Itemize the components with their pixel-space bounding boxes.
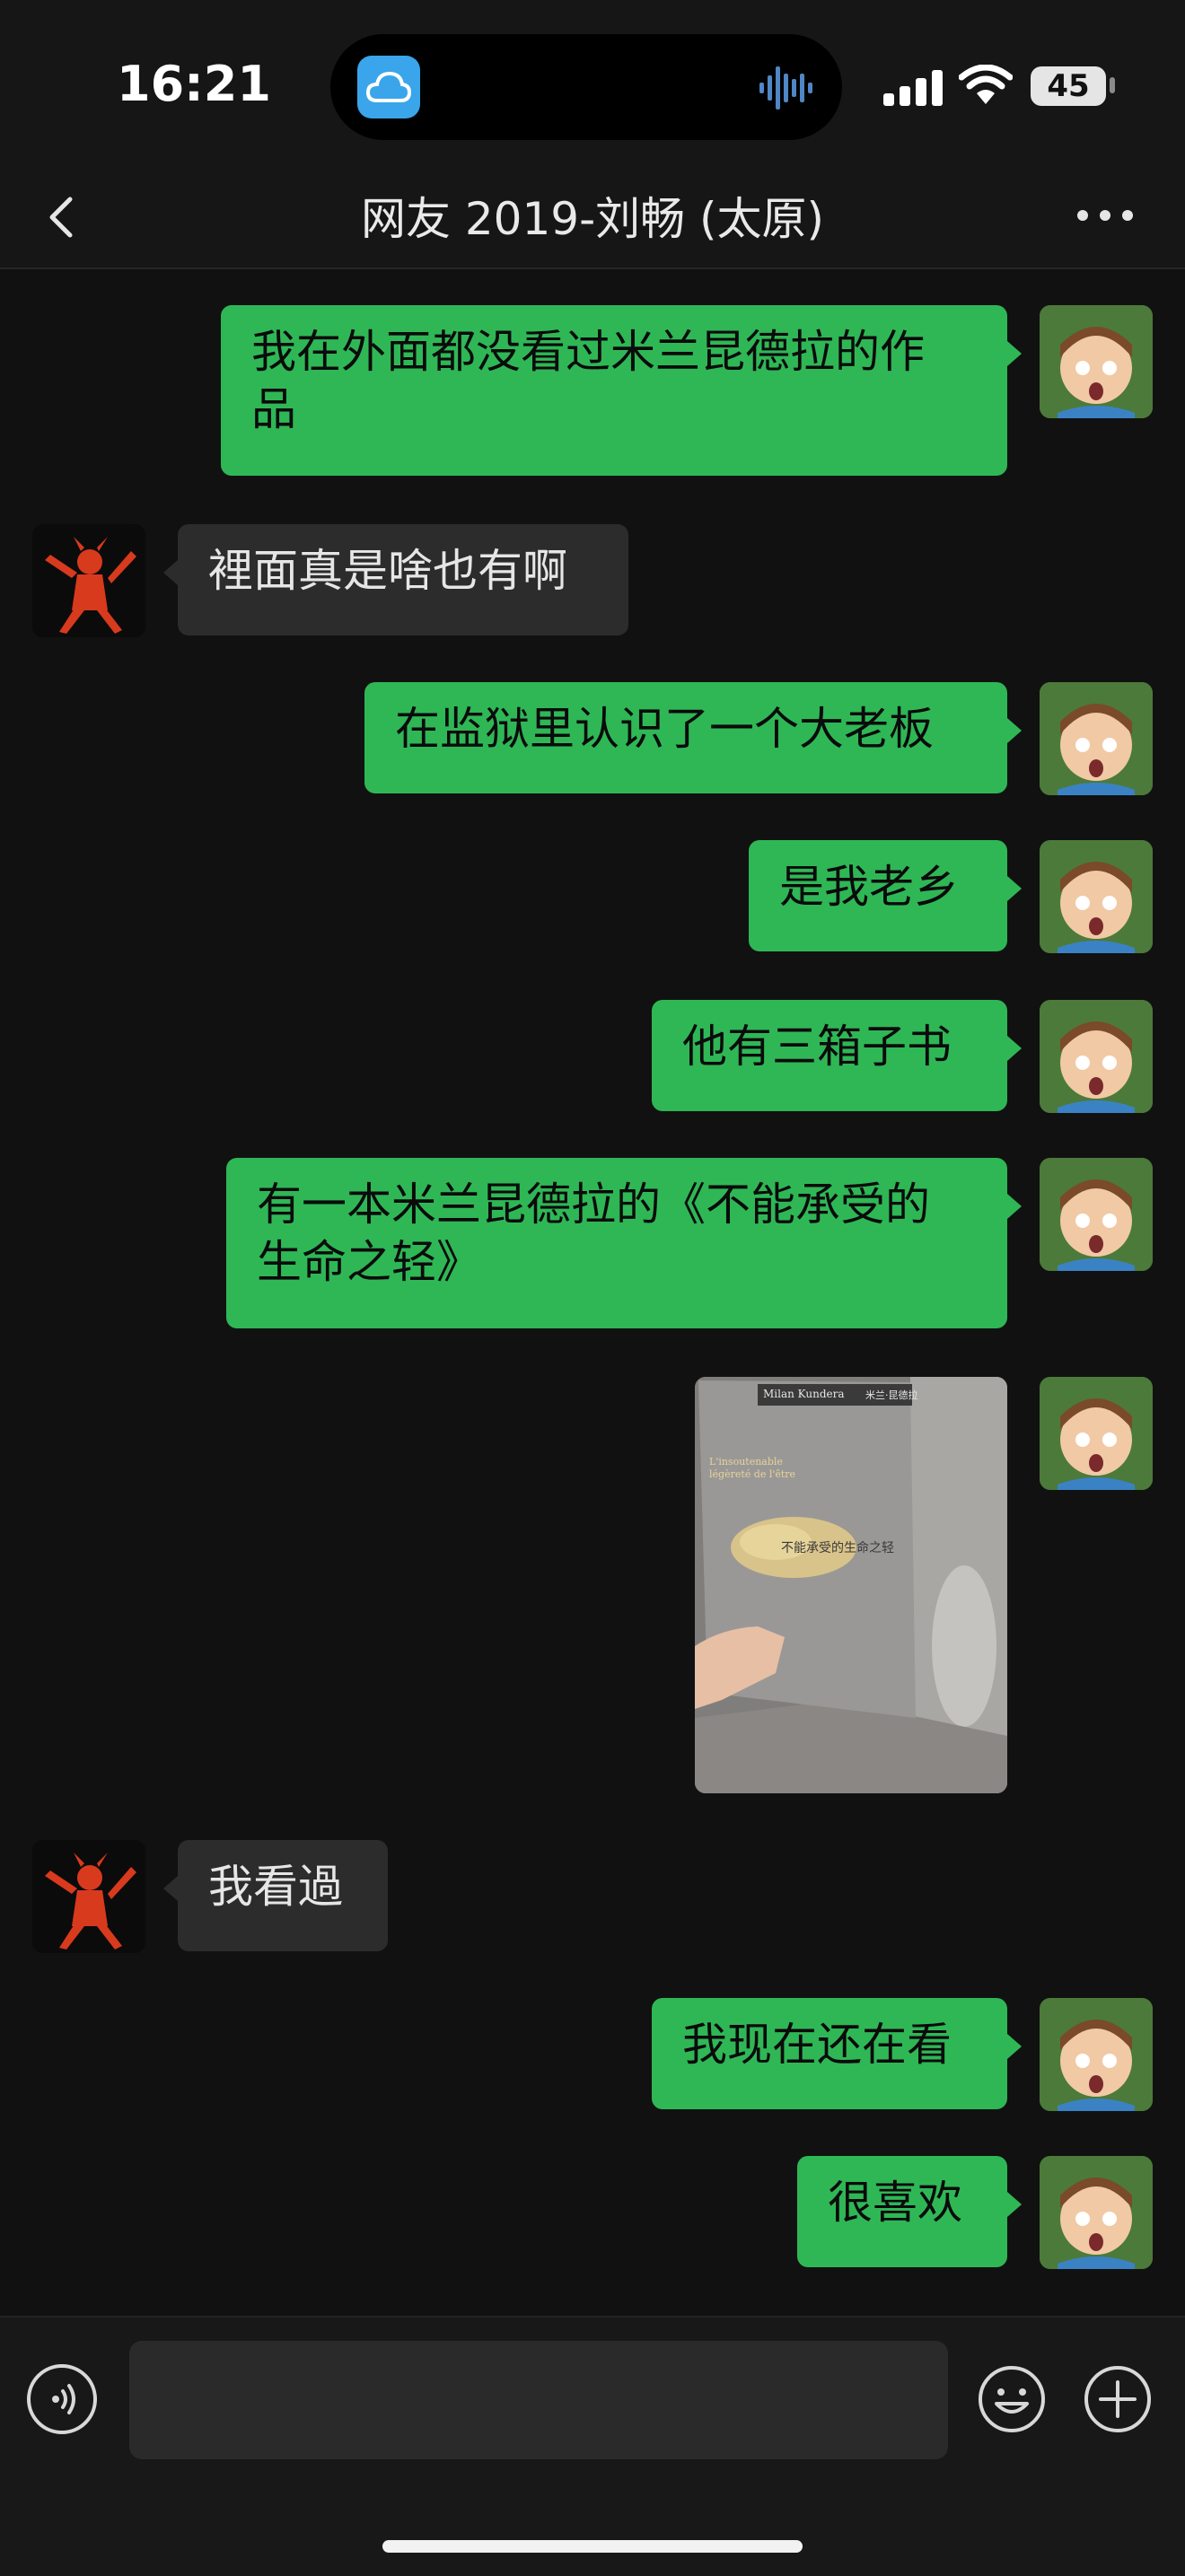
emoji-button[interactable] [977, 2364, 1047, 2434]
my-avatar[interactable] [1040, 682, 1153, 795]
message-bubble-outgoing[interactable]: 在监狱里认识了一个大老板 [364, 682, 1022, 793]
status-time: 16:21 [117, 56, 271, 112]
dynamic-island[interactable] [330, 34, 842, 140]
contact-avatar[interactable] [32, 524, 145, 637]
book-photo [695, 1377, 1007, 1793]
photo-message[interactable]: Milan Kundera 米兰·昆德拉 L'insoutenable légè… [695, 1377, 1007, 1793]
audio-wave-icon [759, 66, 812, 110]
message-bubble-incoming[interactable]: 裡面真是啥也有啊 [163, 524, 628, 635]
status-bar: 16:21 45 [0, 0, 1185, 171]
input-bar [0, 2316, 1185, 2576]
plus-icon [1084, 2366, 1151, 2432]
chat-title: 网友 2019-刘畅 (太原) [360, 193, 825, 245]
message-bubble-outgoing[interactable]: 他有三箱子书 [652, 1000, 1022, 1111]
book-author-cn: 米兰·昆德拉 [865, 1389, 918, 1401]
my-avatar[interactable] [1040, 840, 1153, 953]
cellular-signal-icon [883, 70, 943, 106]
my-avatar[interactable] [1040, 1377, 1153, 1490]
my-avatar[interactable] [1040, 1158, 1153, 1271]
smiley-icon [979, 2366, 1045, 2432]
voice-icon [52, 2384, 75, 2414]
battery-indicator: 45 [1031, 66, 1106, 106]
chat-header: 网友 2019-刘畅 (太原) [0, 171, 1185, 269]
cloud-app-icon [357, 56, 420, 118]
book-title-cn: 不能承受的生命之轻 [781, 1541, 894, 1555]
my-avatar[interactable] [1040, 1000, 1153, 1113]
message-bubble-outgoing[interactable]: 有一本米兰昆德拉的《不能承受的 生命之轻》 [226, 1158, 1022, 1328]
battery-nub [1110, 77, 1115, 93]
voice-button[interactable] [27, 2364, 97, 2434]
message-bubble-outgoing[interactable]: 是我老乡 [749, 840, 1022, 951]
more-button[interactable] [1074, 206, 1137, 224]
book-title-fr: L'insoutenable légèreté de l'être [709, 1456, 796, 1480]
home-indicator[interactable] [382, 2540, 803, 2553]
message-bubble-incoming[interactable]: 我看過 [163, 1840, 388, 1951]
plus-button[interactable] [1083, 2364, 1153, 2434]
message-input[interactable] [129, 2341, 948, 2459]
ellipsis-icon [1077, 210, 1133, 221]
contact-avatar[interactable] [32, 1840, 145, 1953]
wifi-icon [959, 65, 1013, 104]
message-bubble-outgoing[interactable]: 我现在还在看 [652, 1998, 1022, 2109]
my-avatar[interactable] [1040, 1998, 1153, 2111]
book-author: Milan Kundera [763, 1388, 845, 1400]
message-bubble-outgoing[interactable]: 很喜欢 [797, 2156, 1022, 2267]
message-bubble-outgoing[interactable]: 我在外面都没看过米兰昆德拉的作 品 [221, 305, 1022, 476]
my-avatar[interactable] [1040, 305, 1153, 418]
my-avatar[interactable] [1040, 2156, 1153, 2269]
